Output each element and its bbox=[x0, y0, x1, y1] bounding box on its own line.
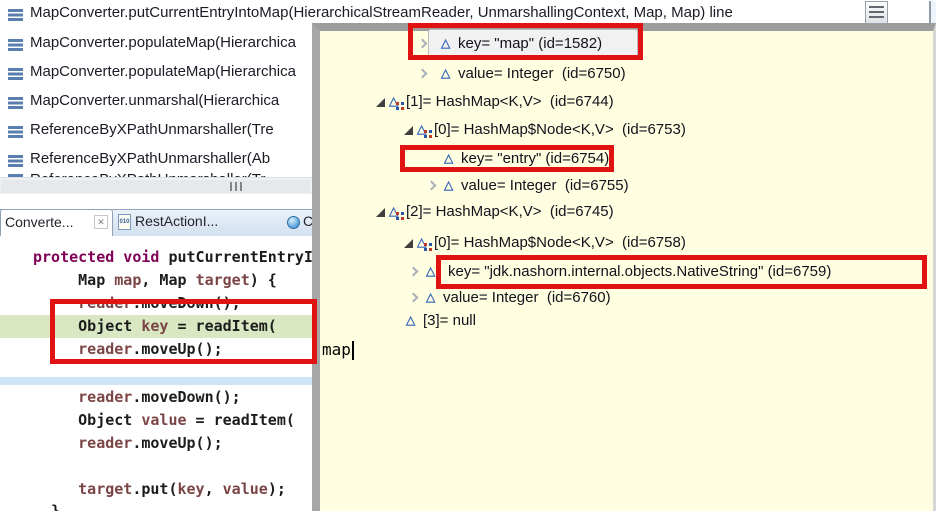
variable-icon: △ bbox=[406, 313, 415, 327]
reference-grid-icon bbox=[424, 130, 427, 133]
reference-grid-icon bbox=[424, 243, 427, 246]
stack-frame-label: ReferenceByXPathUnmarshaller(Tre bbox=[30, 118, 274, 142]
right-edge-scrollbar[interactable] bbox=[929, 1, 936, 23]
tab-label: Converte... bbox=[5, 214, 73, 230]
expand-arrow-icon[interactable] bbox=[404, 239, 413, 248]
variable-label: value= Integer (id=6755) bbox=[461, 175, 629, 197]
variable-icon: △ bbox=[426, 264, 435, 278]
stack-frame-label: MapConverter.populateMap(Hierarchica bbox=[30, 31, 296, 55]
annotation-box-key-nativestring bbox=[436, 255, 927, 289]
stack-frame-icon bbox=[8, 155, 23, 158]
stack-frame-label: MapConverter.putCurrentEntryIntoMap(Hier… bbox=[30, 1, 733, 25]
stack-frame-label: ReferenceByXPathUnmarshaller(Ab bbox=[30, 147, 270, 171]
stack-scrollbar-grip-button[interactable] bbox=[865, 1, 888, 24]
binary-file-icon: 010 bbox=[118, 214, 131, 230]
variable-icon: △ bbox=[444, 178, 453, 192]
stack-frame-icon bbox=[8, 9, 23, 12]
annotation-box-key-entry bbox=[400, 145, 614, 172]
code-line: } bbox=[33, 500, 60, 511]
stack-frame[interactable]: ReferenceByXPathUnmarshaller(Tr bbox=[0, 170, 312, 177]
expression-text: map bbox=[322, 340, 351, 359]
reference-grid-icon bbox=[396, 102, 399, 105]
code-line: target.put(key, value); bbox=[33, 478, 286, 501]
text-caret bbox=[352, 341, 354, 360]
scrollbar-thumb[interactable] bbox=[1, 180, 310, 193]
globe-icon bbox=[287, 216, 300, 229]
variable-label: value= Integer (id=6760) bbox=[443, 287, 611, 309]
tab-restaction[interactable]: RestActionI... bbox=[135, 213, 218, 229]
stack-frame-icon bbox=[8, 126, 23, 129]
annotation-box-code bbox=[50, 299, 317, 364]
stack-frame-icon bbox=[8, 39, 23, 42]
selected-line-highlight bbox=[0, 377, 312, 385]
variable-label: [3]= null bbox=[423, 310, 476, 332]
annotation-box-key-map bbox=[408, 23, 643, 60]
reference-grid-icon bbox=[396, 212, 399, 215]
variable-icon: △ bbox=[441, 66, 450, 80]
variable-ref-icon: △ bbox=[417, 235, 426, 249]
scrollbar-grip-icon bbox=[240, 182, 242, 191]
expand-arrow-icon[interactable] bbox=[376, 208, 385, 217]
stack-horizontal-scrollbar[interactable] bbox=[0, 177, 312, 194]
variable-label: [0]= HashMap$Node<K,V> (id=6753) bbox=[434, 119, 686, 141]
stack-frame-icon bbox=[8, 97, 23, 100]
scrollbar-grip-icon bbox=[230, 182, 232, 191]
variable-ref-icon: △ bbox=[389, 204, 398, 218]
expand-arrow-icon[interactable] bbox=[376, 98, 385, 107]
code-line: reader.moveDown(); bbox=[33, 386, 241, 409]
variable-label: [2]= HashMap<K,V> (id=6745) bbox=[406, 201, 614, 223]
eclipse-debug-window: MapConverter.putCurrentEntryIntoMap(Hier… bbox=[0, 0, 936, 511]
variable-label: value= Integer (id=6750) bbox=[458, 63, 626, 85]
grip-line-icon bbox=[869, 11, 884, 13]
stack-frame-label: MapConverter.populateMap(Hierarchica bbox=[30, 60, 296, 84]
expand-arrow-icon[interactable] bbox=[404, 126, 413, 135]
tab-converter[interactable]: Converte... ✕ bbox=[0, 209, 113, 236]
stack-frame-icon bbox=[8, 68, 23, 71]
variable-ref-icon: △ bbox=[417, 122, 426, 136]
scrollbar-grip-icon bbox=[235, 182, 237, 191]
code-line: reader.moveUp(); bbox=[33, 432, 223, 455]
code-line: Object value = readItem( bbox=[33, 409, 295, 432]
close-icon[interactable]: ✕ bbox=[94, 215, 108, 229]
stack-frame-label: MapConverter.unmarshal(Hierarchica bbox=[30, 89, 279, 113]
grip-line-icon bbox=[869, 6, 884, 8]
stack-frame-label: ReferenceByXPathUnmarshaller(Tr bbox=[30, 170, 265, 177]
variable-icon: △ bbox=[426, 290, 435, 304]
variable-label: [0]= HashMap$Node<K,V> (id=6758) bbox=[434, 232, 686, 254]
expression-input[interactable]: map bbox=[322, 339, 354, 361]
variable-ref-icon: △ bbox=[389, 94, 398, 108]
code-line: Map map, Map target) { bbox=[33, 269, 277, 292]
grip-line-icon bbox=[869, 16, 884, 18]
variable-label: [1]= HashMap<K,V> (id=6744) bbox=[406, 91, 614, 113]
